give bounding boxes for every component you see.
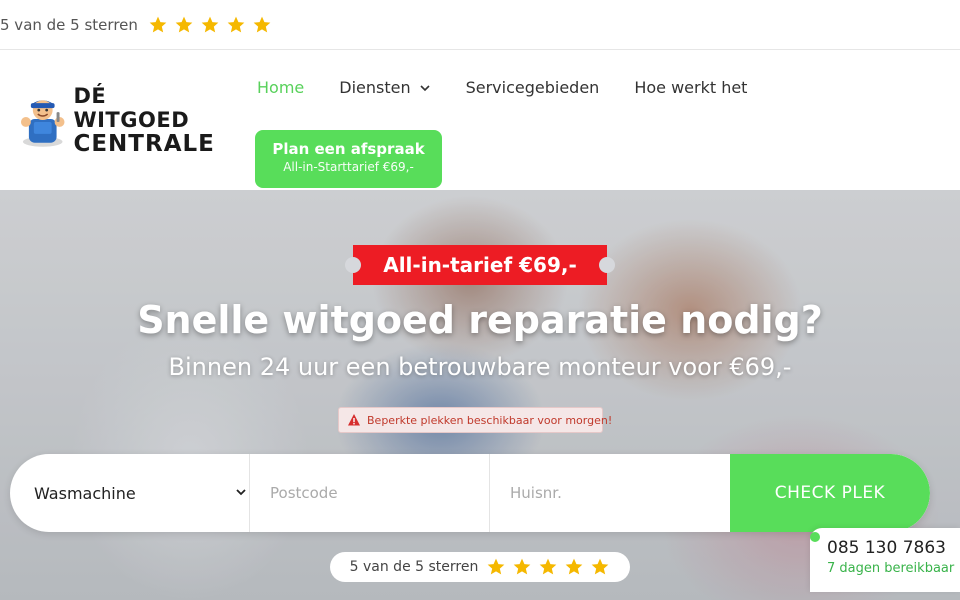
warning-text: Beperkte plekken beschikbaar voor morgen… [367, 413, 613, 427]
hero-title: Snelle witgoed reparatie nodig? [137, 298, 823, 342]
appliance-select-field: Wasmachine [10, 454, 250, 532]
rating-text: 5 van de 5 sterren [349, 559, 479, 575]
warning-icon [347, 413, 361, 427]
mascot-logo-icon [20, 100, 65, 147]
nav-item-diensten[interactable]: Diensten [339, 78, 430, 97]
appliance-select[interactable]: Wasmachine [34, 483, 243, 503]
nav-item-hoe-werkt-het[interactable]: Hoe werkt het [634, 78, 747, 97]
online-status-dot [810, 532, 820, 542]
star-icon [486, 557, 506, 577]
star-icon [252, 15, 272, 35]
plan-appointment-button[interactable]: Plan een afspraak All-in-Starttarief €69… [255, 130, 442, 188]
availability-search-form: Wasmachine CHECK PLEK [10, 454, 930, 532]
logo-line-2: CENTRALE [73, 131, 215, 157]
check-plek-button[interactable]: CHECK PLEK [730, 454, 930, 532]
availability-warning: Beperkte plekken beschikbaar voor morgen… [338, 407, 612, 433]
chevron-down-icon [419, 82, 431, 94]
hero-section: All-in-tarief €69,- Snelle witgoed repar… [0, 190, 960, 600]
star-icon [512, 557, 532, 577]
site-header: DÉ WITGOED CENTRALE Home Diensten Servic… [0, 50, 960, 190]
postcode-input[interactable] [270, 484, 489, 502]
star-icon [148, 15, 168, 35]
main-nav: Home Diensten Servicegebieden Hoe werkt … [257, 78, 782, 97]
phone-contact-widget[interactable]: 085 130 7863 7 dagen bereikbaar [810, 528, 960, 592]
rating-text: 5 van de 5 sterren [0, 15, 138, 34]
star-icon [200, 15, 220, 35]
huisnr-input[interactable] [510, 484, 730, 502]
cta-subtitle: All-in-Starttarief €69,- [283, 160, 414, 174]
logo-line-1: DÉ WITGOED [73, 84, 190, 132]
postcode-field-wrap [250, 454, 490, 532]
bottom-rating-badge: 5 van de 5 sterren [330, 552, 630, 582]
nav-item-home[interactable]: Home [257, 78, 304, 97]
top-rating-bar: 5 van de 5 sterren [0, 0, 960, 50]
star-rating [148, 15, 272, 35]
star-icon [538, 557, 558, 577]
availability-text: 7 dagen bereikbaar [827, 561, 955, 576]
price-ribbon: All-in-tarief €69,- [345, 245, 615, 285]
nav-item-label: Diensten [339, 78, 411, 97]
nav-item-servicegebieden[interactable]: Servicegebieden [466, 78, 600, 97]
star-icon [590, 557, 610, 577]
huisnr-field-wrap [490, 454, 730, 532]
logo-wordmark: DÉ WITGOED CENTRALE [73, 84, 228, 156]
cta-title: Plan een afspraak [272, 140, 425, 158]
star-icon [226, 15, 246, 35]
star-rating [486, 557, 610, 577]
site-logo[interactable]: DÉ WITGOED CENTRALE [18, 84, 228, 156]
star-icon [174, 15, 194, 35]
phone-number[interactable]: 085 130 7863 [827, 538, 960, 558]
star-icon [564, 557, 584, 577]
hero-subtitle: Binnen 24 uur een betrouwbare monteur vo… [168, 353, 792, 381]
